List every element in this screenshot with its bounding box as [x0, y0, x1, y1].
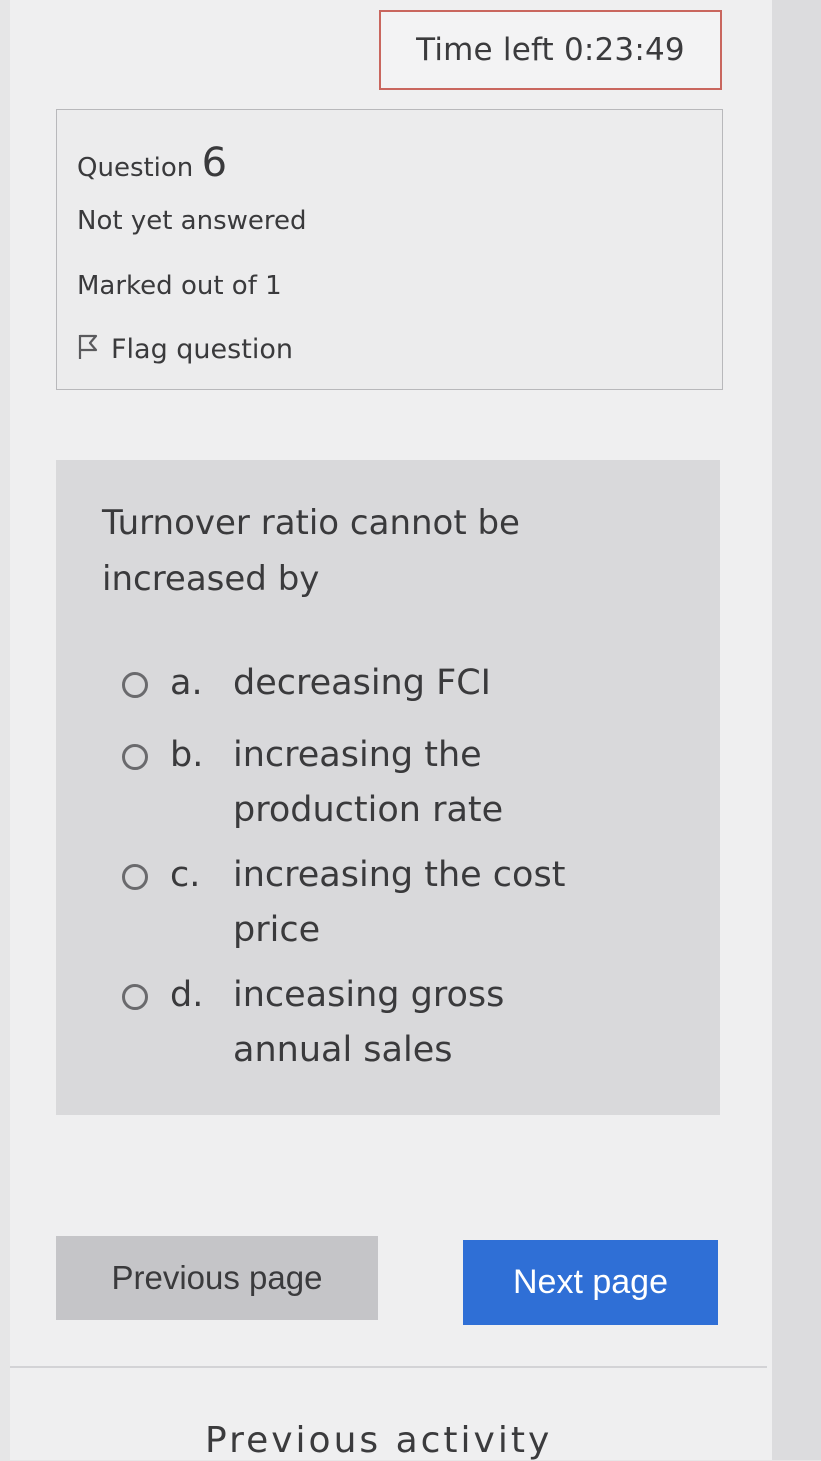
- question-info-panel: Question 6 Not yet answered Marked out o…: [56, 109, 723, 390]
- previous-page-button[interactable]: Previous page: [56, 1236, 378, 1320]
- option-text: increasing the production rate: [233, 735, 504, 830]
- option-letter: a.: [170, 663, 203, 703]
- option-letter: b.: [170, 735, 204, 775]
- radio-unchecked-icon[interactable]: [122, 744, 148, 770]
- time-left-box: Time left 0:23:49: [379, 10, 722, 90]
- option-d[interactable]: d. inceasing gross annual sales: [122, 968, 633, 1078]
- question-text: Turnover ratio cannot be increased by: [102, 503, 520, 599]
- option-text: inceasing gross annual sales: [233, 975, 505, 1070]
- radio-unchecked-icon[interactable]: [122, 864, 148, 890]
- next-page-button[interactable]: Next page: [463, 1240, 718, 1325]
- option-a[interactable]: a. decreasing FCI: [122, 656, 633, 711]
- question-number-heading: Question 6: [77, 140, 227, 186]
- option-text: decreasing FCI: [233, 663, 491, 703]
- option-b[interactable]: b. increasing the production rate: [122, 728, 633, 838]
- option-c[interactable]: c. increasing the cost price: [122, 848, 633, 958]
- option-letter: d.: [170, 975, 204, 1015]
- question-content-box: Turnover ratio cannot be increased by a.…: [56, 460, 720, 1115]
- side-region: [772, 0, 821, 1460]
- answer-status: Not yet answered: [77, 206, 307, 236]
- previous-activity-link[interactable]: Previous activity: [205, 1420, 552, 1461]
- radio-unchecked-icon[interactable]: [122, 984, 148, 1010]
- time-left-label: Time left 0:23:49: [416, 32, 685, 68]
- flag-question-label: Flag question: [111, 334, 293, 365]
- marks-info: Marked out of 1: [77, 271, 282, 301]
- divider: [10, 1366, 767, 1368]
- flag-icon: [77, 332, 99, 367]
- flag-question-link[interactable]: Flag question: [77, 332, 293, 367]
- radio-unchecked-icon[interactable]: [122, 672, 148, 698]
- option-letter: c.: [170, 855, 201, 895]
- option-text: increasing the cost price: [233, 855, 566, 950]
- question-number: 6: [201, 140, 228, 186]
- question-prefix: Question: [77, 153, 202, 183]
